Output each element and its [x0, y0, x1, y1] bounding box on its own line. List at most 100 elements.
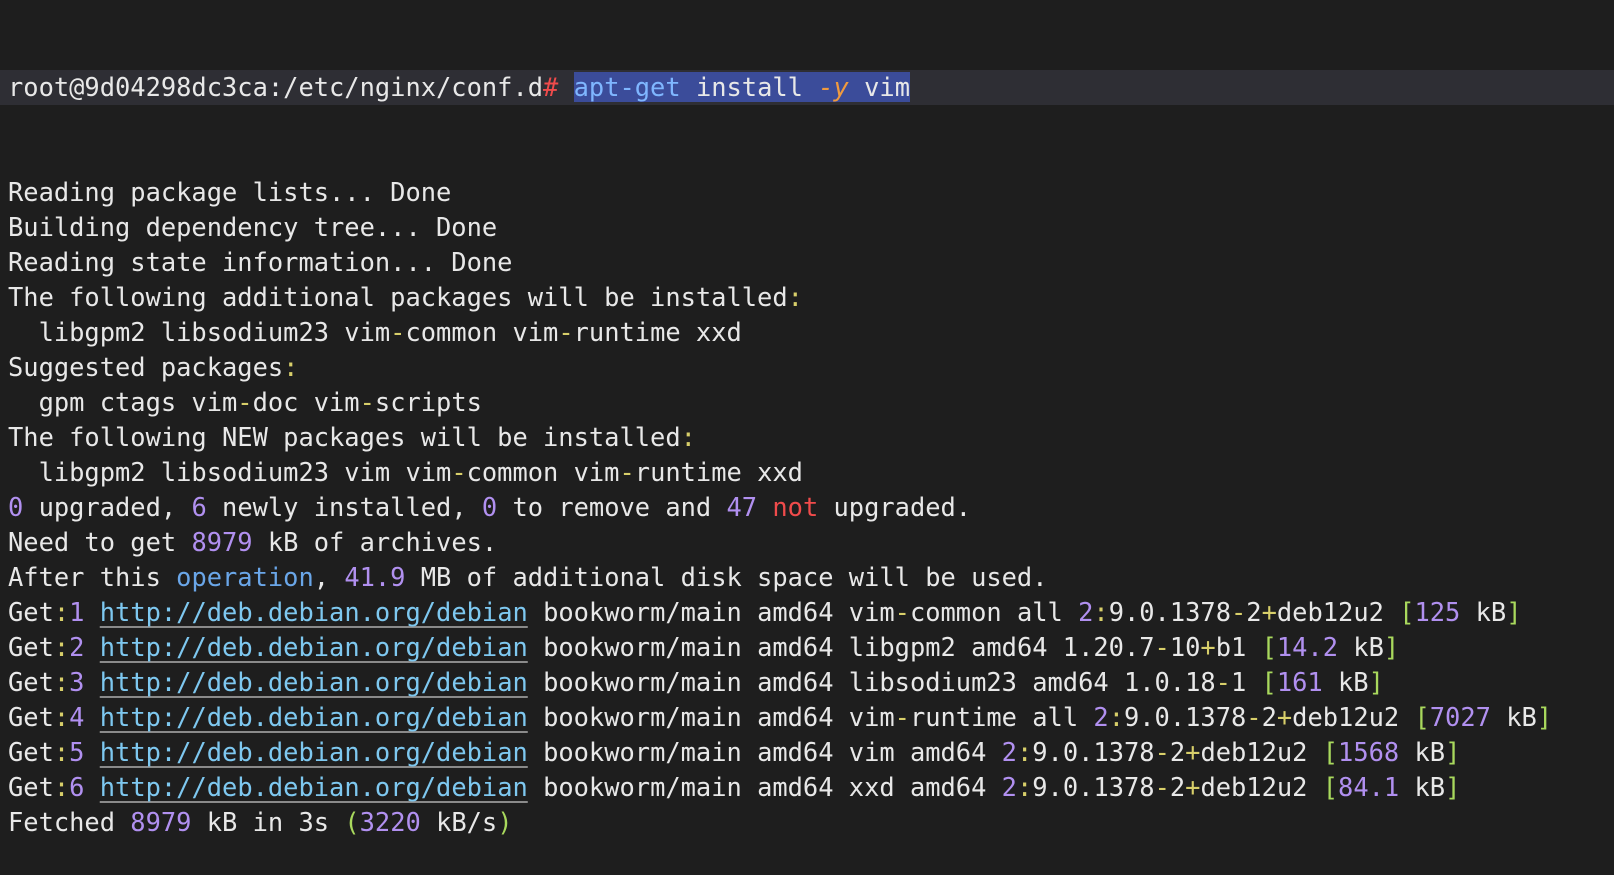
output-text: kB in 3s — [191, 807, 345, 837]
output-text: Get — [8, 737, 54, 767]
output-text: ] — [1506, 597, 1522, 627]
output-text: 0 — [481, 492, 498, 522]
output-text: : — [53, 772, 70, 802]
output-text: common vim — [405, 317, 559, 347]
output-text: Building dependency tree... Done — [8, 212, 498, 242]
repository-link[interactable]: http://deb.debian.org/debian — [100, 667, 528, 697]
output-text: + — [1185, 772, 1201, 802]
output-text: to remove and — [497, 492, 727, 522]
output-text: bookworm/main amd64 vim — [527, 702, 895, 732]
output-text: Reading state information... Done — [8, 247, 513, 277]
output-line: Get:3 http://deb.debian.org/debian bookw… — [0, 665, 1614, 700]
output-line: Fetched 8979 kB in 3s (3220 kB/s) — [0, 805, 1614, 840]
output-text: Reading package lists... Done — [8, 177, 452, 207]
output-text: : — [53, 597, 70, 627]
output-text: upgraded, — [23, 492, 192, 522]
output-text: The following NEW packages will be insta… — [8, 422, 681, 452]
command-arg-package: vim — [864, 72, 910, 102]
output-text: 3 — [69, 667, 85, 697]
output-text: newly installed, — [206, 492, 482, 522]
output-text: + — [1185, 737, 1201, 767]
output-text: 4 — [69, 702, 85, 732]
output-text: - — [894, 702, 910, 732]
output-text: : — [1093, 597, 1109, 627]
repository-link[interactable]: http://deb.debian.org/debian — [100, 737, 528, 767]
output-text: Suggested packages — [8, 352, 284, 382]
output-text: bookworm/main amd64 vim — [527, 597, 895, 627]
output-text: [ — [1261, 632, 1277, 662]
output-text: 2 — [1001, 737, 1017, 767]
output-text: : — [787, 282, 803, 312]
output-text: + — [1276, 702, 1293, 732]
output-text: libgpm2 libsodium23 vim vim — [8, 457, 452, 487]
output-text: kB — [1399, 772, 1446, 802]
repository-link[interactable]: http://deb.debian.org/debian — [100, 772, 528, 802]
output-text: kB — [1338, 632, 1384, 662]
output-text: [ — [1261, 667, 1277, 697]
output-text: deb12u2 — [1200, 737, 1323, 767]
output-text: : — [283, 352, 299, 382]
output-line: libgpm2 libsodium23 vim vim-common vim-r… — [0, 455, 1614, 490]
output-text: - — [894, 597, 910, 627]
output-text: 9.0.1378 — [1032, 737, 1155, 767]
output-text: 125 — [1414, 597, 1461, 627]
output-text: - — [1154, 772, 1170, 802]
output-text: [ — [1399, 597, 1415, 627]
output-text: - — [359, 387, 375, 417]
output-text: 6 — [69, 772, 85, 802]
terminal-window[interactable]: root@9d04298dc3ca:/etc/nginx/conf.d# apt… — [0, 0, 1614, 837]
output-text: gpm ctags vim — [8, 387, 238, 417]
output-text: kB/s — [420, 807, 498, 837]
output-text: bookworm/main amd64 xxd amd64 — [527, 772, 1002, 802]
output-text: : — [1016, 772, 1033, 802]
output-text: Get — [8, 772, 54, 802]
output-text: [ — [1322, 737, 1339, 767]
output-text: bookworm/main amd64 vim amd64 — [527, 737, 1002, 767]
output-line: Get:2 http://deb.debian.org/debian bookw… — [0, 630, 1614, 665]
output-text: Get — [8, 597, 54, 627]
output-text: - — [1154, 737, 1170, 767]
output-line: Get:1 http://deb.debian.org/debian bookw… — [0, 595, 1614, 630]
output-text: 1 — [1230, 667, 1262, 697]
prompt-line: root@9d04298dc3ca:/etc/nginx/conf.d# apt… — [0, 70, 1614, 105]
output-text: : — [53, 737, 70, 767]
output-line: Suggested packages: — [0, 350, 1614, 385]
selected-command[interactable]: apt-get install -y vim — [573, 72, 910, 102]
output-text: - — [1246, 702, 1262, 732]
output-text: Fetched — [8, 807, 131, 837]
output-text: 10 — [1169, 632, 1201, 662]
output-line: gpm ctags vim-doc vim-scripts — [0, 385, 1614, 420]
output-text: deb12u2 — [1276, 597, 1400, 627]
output-text: bookworm/main amd64 libsodium23 amd64 1.… — [527, 667, 1216, 697]
repository-link[interactable]: http://deb.debian.org/debian — [100, 597, 528, 627]
output-line: Reading package lists... Done — [0, 175, 1614, 210]
repository-link[interactable]: http://deb.debian.org/debian — [100, 702, 528, 732]
output-text: 161 — [1276, 667, 1323, 697]
output-text: scripts — [374, 387, 482, 417]
output-text: 1 — [69, 597, 85, 627]
terminal-output: Reading package lists... Done Building de… — [0, 175, 1614, 840]
output-text: [ — [1414, 702, 1430, 732]
output-text: - — [1231, 597, 1247, 627]
output-text: Get — [8, 632, 54, 662]
output-text: - — [390, 317, 406, 347]
output-text: upgraded. — [818, 492, 972, 522]
prompt-user-host-path: root@9d04298dc3ca:/etc/nginx/conf.d — [8, 72, 544, 102]
output-text: deb12u2 — [1292, 702, 1415, 732]
output-text: not — [772, 492, 819, 522]
output-text: 9.0.1378 — [1108, 597, 1231, 627]
output-text: ] — [1445, 737, 1461, 767]
output-line: After this operation, 41.9 MB of additio… — [0, 560, 1614, 595]
output-text: - — [558, 317, 574, 347]
output-text: bookworm/main amd64 libgpm2 amd64 1.20.7 — [527, 632, 1155, 662]
output-text: 2 — [1169, 772, 1186, 802]
output-text: runtime xxd — [634, 457, 803, 487]
output-text: 8979 — [191, 527, 253, 557]
output-text: 2 — [1169, 737, 1186, 767]
output-text: 1568 — [1338, 737, 1400, 767]
repository-link[interactable]: http://deb.debian.org/debian — [100, 632, 528, 662]
output-text: Get — [8, 667, 54, 697]
